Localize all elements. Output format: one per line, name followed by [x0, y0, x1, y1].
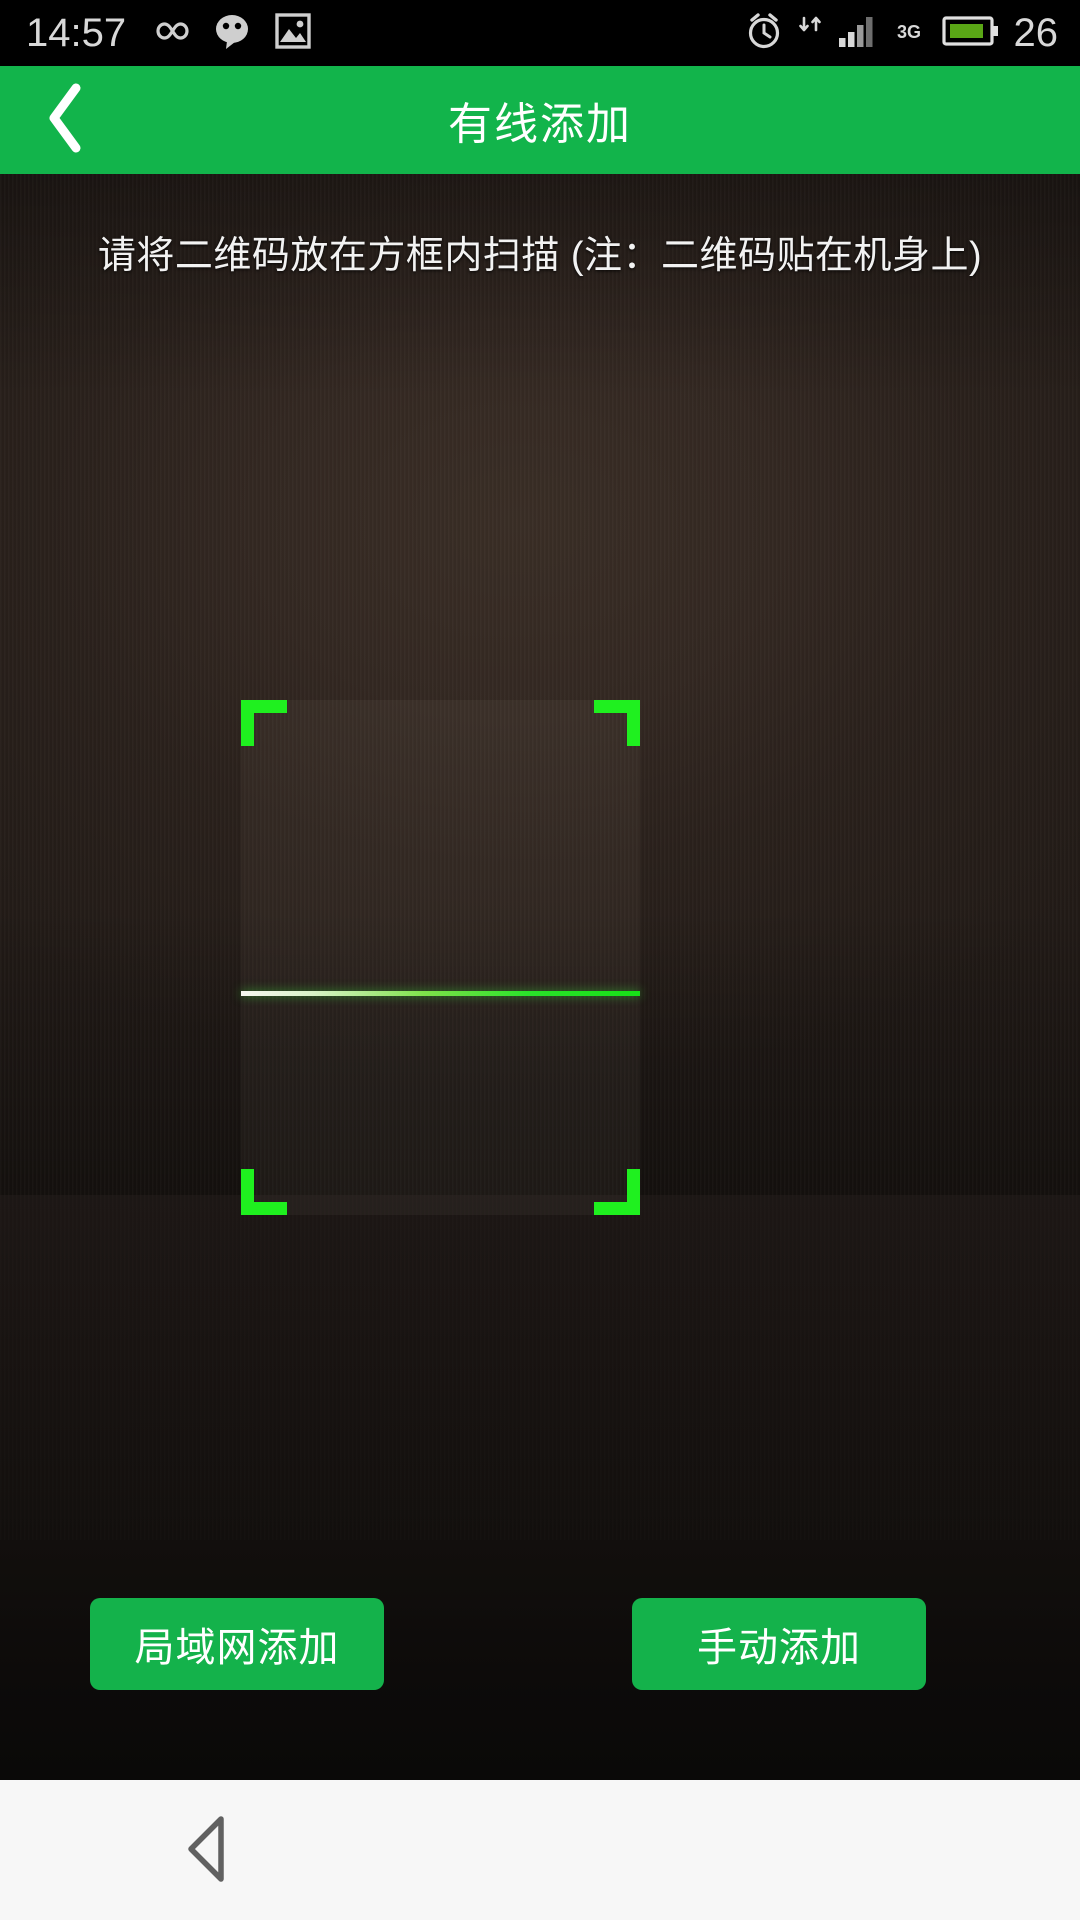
- page-title: 有线添加: [448, 100, 632, 149]
- status-bar-right-group: 3G 26: [744, 11, 1059, 56]
- triangle-left-back-icon: [179, 1812, 241, 1891]
- battery-percent-label: 26: [1013, 11, 1059, 55]
- phone-screen: 14:57 3G 26 有线添加 请将二维码放在方框内扫描 (注：二维码贴在机身…: [0, 0, 1080, 1920]
- app-header: 有线添加: [0, 66, 1080, 174]
- status-bar: 14:57 3G 26: [0, 0, 1080, 66]
- manual-add-button[interactable]: 手动添加: [632, 1598, 926, 1690]
- action-button-bar: 局域网添加 手动添加: [0, 1540, 1080, 1780]
- wechat-bubble-icon: [212, 12, 254, 55]
- scan-laser-line: [241, 991, 640, 996]
- lan-add-button[interactable]: 局域网添加: [90, 1598, 384, 1690]
- svg-text:3G: 3G: [897, 22, 921, 42]
- gallery-image-icon: [274, 12, 312, 55]
- android-back-button[interactable]: [150, 1806, 270, 1896]
- scan-instruction-text: 请将二维码放在方框内扫描 (注：二维码贴在机身上): [97, 235, 983, 277]
- alarm-clock-icon: [744, 11, 784, 56]
- signal-bars-icon: [838, 14, 882, 53]
- header-back-button[interactable]: [0, 66, 132, 174]
- network-type-label: 3G: [896, 20, 928, 47]
- scan-corner-top-left: [241, 700, 287, 746]
- android-navigation-bar: [0, 1780, 1080, 1920]
- scan-corner-top-right: [594, 700, 640, 746]
- status-bar-left-group: 14:57: [26, 12, 312, 55]
- scan-corner-bottom-right: [594, 1169, 640, 1215]
- qr-scan-frame: [241, 700, 640, 1215]
- camera-viewfinder-lower: [0, 1195, 1080, 1540]
- scan-frame-interior: [241, 700, 640, 1215]
- infinity-icon: [146, 16, 192, 51]
- battery-icon: [941, 14, 1000, 53]
- scan-corner-bottom-left: [241, 1169, 287, 1215]
- chevron-left-icon: [43, 82, 89, 159]
- data-transfer-arrows-icon: [798, 14, 824, 53]
- status-bar-clock: 14:57: [26, 11, 127, 55]
